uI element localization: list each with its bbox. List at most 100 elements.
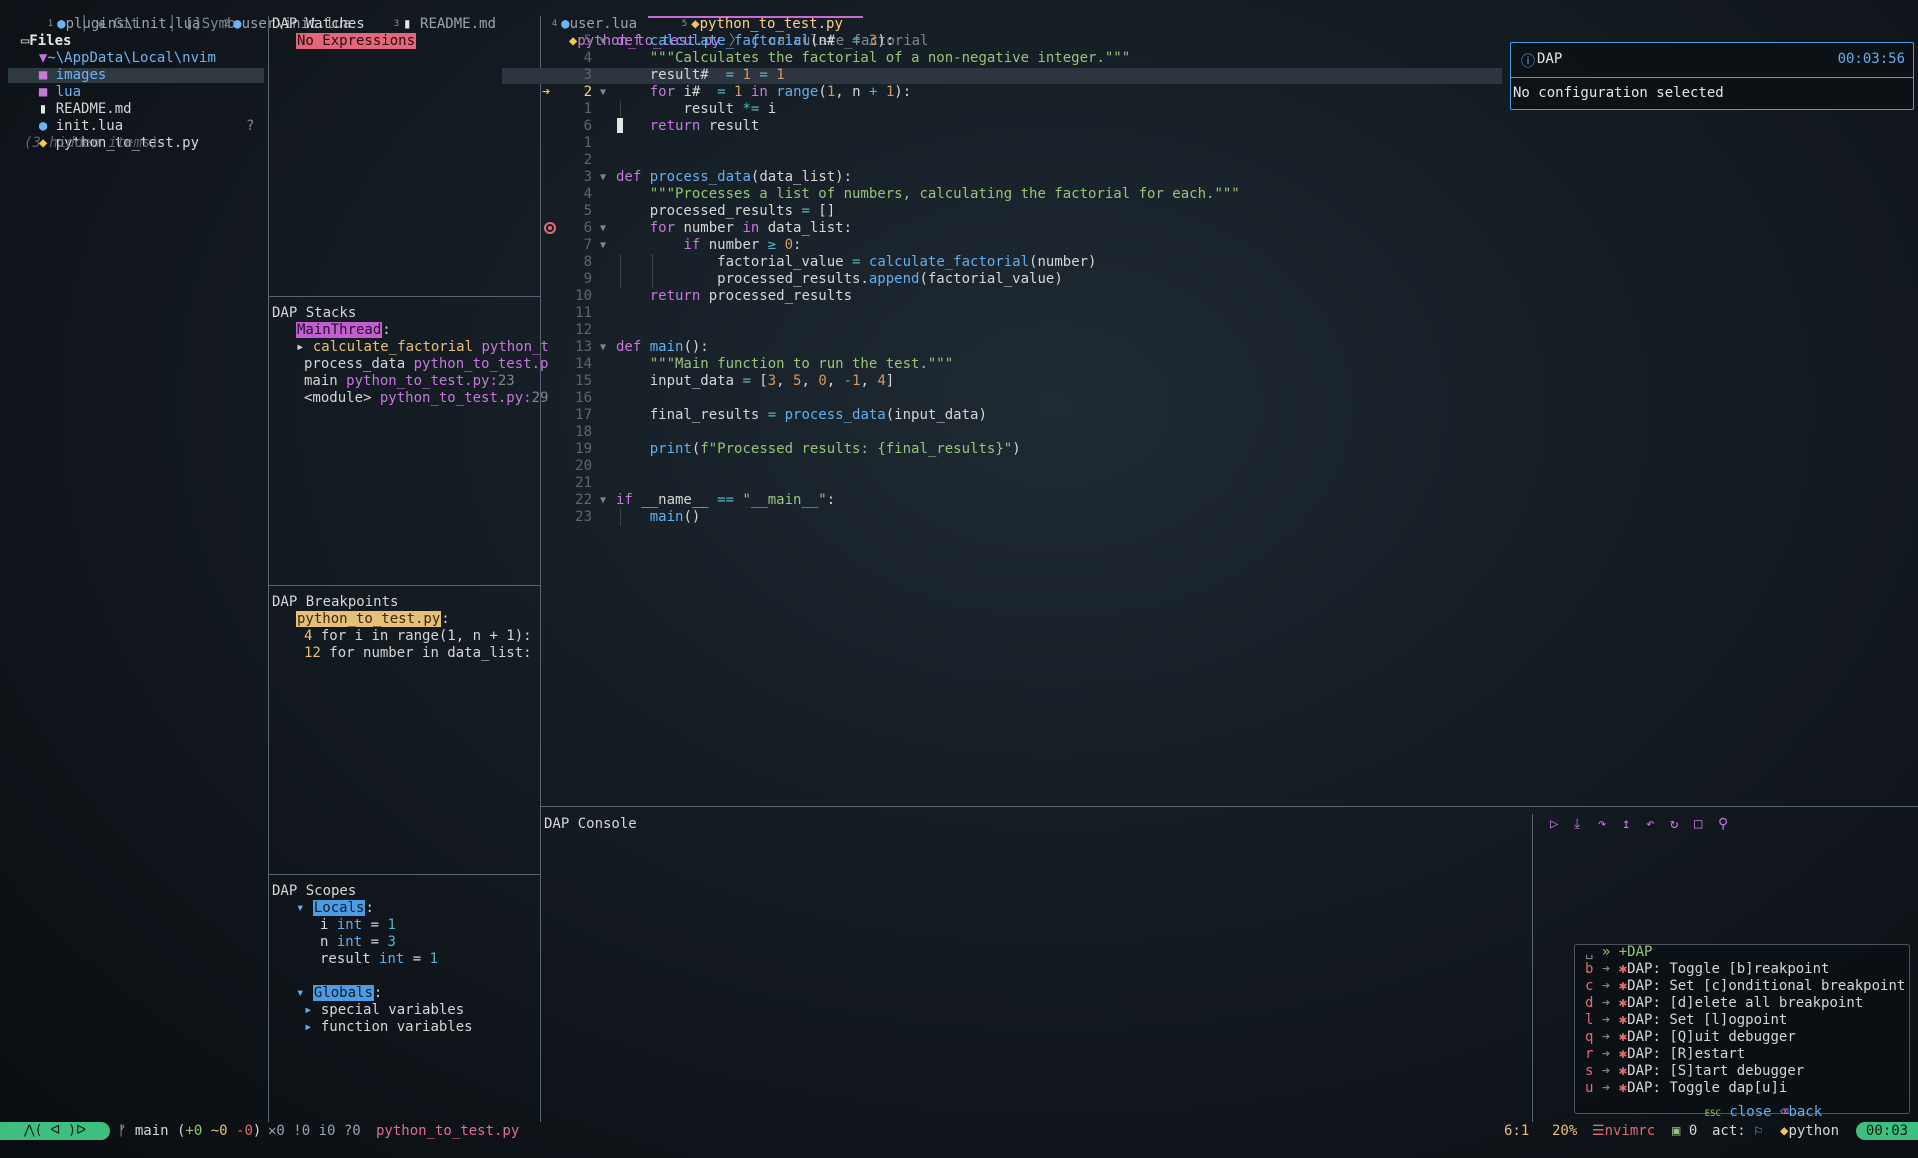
which-key-label: DAP: Set [l]ogpoint <box>1627 1012 1788 1028</box>
tree-item-readme[interactable]: ▮ README.md <box>22 84 132 117</box>
tab-readme[interactable]: 3 ▮ README.md <box>360 0 496 32</box>
step-into-icon[interactable]: ⤓ <box>1574 816 1580 832</box>
which-key-item[interactable]: c ➔ ✱DAP: Set [c]onditional breakpoint <box>1585 978 1905 995</box>
arrow-right-icon: ➔ <box>1593 1012 1619 1028</box>
breakpoint-file[interactable]: python_to_test.py: <box>296 611 450 628</box>
status-filename: python_to_test.py <box>376 1123 520 1139</box>
space-icon: ␣ <box>1585 944 1594 960</box>
which-key-item[interactable]: d ➔ ✱DAP: [d]elete all breakpoint <box>1585 995 1863 1012</box>
step-over-icon[interactable]: ↷ <box>1598 816 1606 832</box>
arrow-right-icon: ➔ <box>1593 978 1619 994</box>
which-key-item[interactable]: q ➔ ✱DAP: [Q]uit debugger <box>1585 1029 1796 1046</box>
stack-thread[interactable]: MainThread: <box>296 322 391 339</box>
stop-icon[interactable]: □ <box>1694 816 1702 832</box>
jobs-count: ▣ 0 <box>1672 1123 1698 1139</box>
code-line[interactable]: if number ≥ 0: <box>616 237 801 254</box>
code-line[interactable]: def process_data(data_list): <box>616 169 852 186</box>
fold-open-icon[interactable]: ▼ <box>600 495 606 506</box>
fold-open-icon[interactable]: ▼ <box>600 223 606 234</box>
notification-message: No configuration selected <box>1513 85 1724 101</box>
code-line[interactable]: final_results = process_data(input_data) <box>616 407 987 424</box>
which-key-back[interactable]: back <box>1788 1104 1822 1120</box>
fold-open-icon[interactable]: ▼ <box>600 172 606 183</box>
code-line[interactable]: print(f"Processed results: {final_result… <box>616 441 1021 458</box>
code-line[interactable]: """Processes a list of numbers, calculat… <box>616 186 1240 203</box>
tree-item-init-lua[interactable]: ● init.lua <box>22 101 123 134</box>
diagnostics[interactable]: ✕0 !0 i0 ?0 <box>268 1123 361 1140</box>
fold-open-icon[interactable]: ▼ <box>600 36 606 47</box>
caret-down-icon: ▾ <box>296 985 305 1001</box>
code-line[interactable]: """Main function to run the test.""" <box>616 356 953 373</box>
tree-item-python-to-test[interactable]: ◆ python_to_test.py <box>22 118 199 151</box>
breakpoint-icon[interactable] <box>544 222 556 234</box>
tab-user-init[interactable]: 2 ●user\init.lua <box>190 0 351 32</box>
tree-item-images[interactable]: ■ images <box>22 50 106 83</box>
code-line[interactable]: factorial_value = calculate_factorial(nu… <box>616 254 1096 271</box>
scope-locals[interactable]: ▾ Locals: <box>296 900 374 917</box>
hidden-items-count[interactable]: (3 hidden items) <box>24 135 159 152</box>
fold-open-icon[interactable]: ▼ <box>600 342 606 353</box>
cursor-position: 6:1 <box>1504 1123 1530 1139</box>
which-key-close[interactable]: close <box>1729 1104 1771 1120</box>
code-line[interactable]: input_data = [3, 5, 0, -1, 4] <box>616 373 895 390</box>
breakpoint-item[interactable]: 12 for number in data_list: <box>304 645 532 662</box>
tab-label: README.md <box>420 16 496 32</box>
code-line[interactable]: def calculate_factorial(n# = 3): <box>616 33 894 50</box>
stack-frame[interactable]: main python_to_test.py:23 <box>304 373 515 390</box>
scope-variable[interactable]: result int = 1 <box>320 951 438 968</box>
code-line[interactable]: """Calculates the factorial of a non-neg… <box>616 50 1130 67</box>
step-back-icon[interactable]: ↶ <box>1646 816 1654 832</box>
arrow-right-icon: ➔ <box>1593 961 1619 977</box>
scope-globals[interactable]: ▾ Globals: <box>296 985 382 1002</box>
which-key-label: DAP: [R]estart <box>1627 1046 1746 1062</box>
branch-icon: ᚠ <box>118 1123 127 1139</box>
scope-variable[interactable]: i int = 1 <box>320 917 396 934</box>
line-number: 18 <box>575 424 592 440</box>
breakpoint-item[interactable]: 4 for i in range(1, n + 1): <box>304 628 532 645</box>
filetype: ◆python <box>1780 1123 1840 1139</box>
scope-group[interactable]: ▸ function variables <box>304 1019 473 1036</box>
code-line[interactable]: processed_results.append(factorial_value… <box>616 271 1063 288</box>
code-line[interactable]: result *= i <box>616 101 776 118</box>
scope-group[interactable]: ▸ special variables <box>304 1002 464 1019</box>
which-key-item[interactable]: b ➔ ✱DAP: Toggle [b]reakpoint <box>1585 961 1829 978</box>
line-number: 23 <box>575 509 592 525</box>
code-line[interactable]: for number in data_list: <box>616 220 852 237</box>
panel-divider <box>269 874 540 875</box>
explorer-root[interactable]: ▼~\AppData\Local\nvim <box>22 33 216 66</box>
code-line[interactable]: result# = 1 = 1 <box>616 67 785 84</box>
tree-item-lua[interactable]: ■ lua <box>22 67 81 100</box>
tab-user-lua[interactable]: 4 ●user.lua <box>518 0 637 32</box>
line-number: 11 <box>575 305 592 321</box>
code-line[interactable]: if __name__ == "__main__": <box>616 492 835 509</box>
step-out-icon[interactable]: ↥ <box>1622 816 1630 832</box>
fold-open-icon[interactable]: ▼ <box>600 240 606 251</box>
code-line[interactable]: return result <box>616 118 760 135</box>
scope-variable[interactable]: n int = 3 <box>320 934 396 951</box>
code-line[interactable]: def main(): <box>616 339 709 356</box>
code-line[interactable]: for i# = 1 in range(1, n + 1): <box>616 84 911 101</box>
restart-icon[interactable]: ↻ <box>1670 816 1678 832</box>
stack-frame[interactable]: process_data python_to_test.p <box>304 356 548 373</box>
git-branch[interactable]: ᚠ main (+0 ~0 -0) <box>118 1123 261 1140</box>
line-number: 15 <box>575 373 592 389</box>
line-number: 1 <box>583 135 592 151</box>
explorer-tab-git[interactable]: │ ◈ Git <box>80 16 139 33</box>
which-key-item[interactable]: r ➔ ✱DAP: [R]estart <box>1585 1046 1745 1063</box>
line-number: 3 <box>583 169 592 185</box>
disconnect-icon[interactable]: ⚲ <box>1718 816 1728 832</box>
line-number: 22 <box>575 492 592 508</box>
which-key-item[interactable]: l ➔ ✱DAP: Set [l]ogpoint <box>1585 1012 1787 1029</box>
stack-frame[interactable]: <module> python_to_test.py:29 <box>304 390 548 407</box>
which-key-item[interactable]: s ➔ ✱DAP: [S]tart debugger <box>1585 1063 1804 1080</box>
code-line[interactable]: processed_results = [] <box>616 203 835 220</box>
code-line[interactable]: main() <box>616 509 701 526</box>
fold-open-icon[interactable]: ▼ <box>600 87 606 98</box>
explorer-tab-files[interactable]: ▭Files <box>4 16 72 49</box>
dap-notification[interactable]: ⓘ DAP 00:03:56 No configuration selected <box>1510 42 1914 110</box>
stack-frame[interactable]: ▸ calculate_factorial python_t <box>296 339 549 356</box>
code-line[interactable]: return processed_results <box>616 288 852 305</box>
explorer-tab-symbols[interactable]: │ []Symb <box>168 16 235 33</box>
continue-icon[interactable]: ▷ <box>1550 816 1558 832</box>
tab-plugins-init[interactable]: 1 ●plugins\init.lua <box>14 0 201 32</box>
